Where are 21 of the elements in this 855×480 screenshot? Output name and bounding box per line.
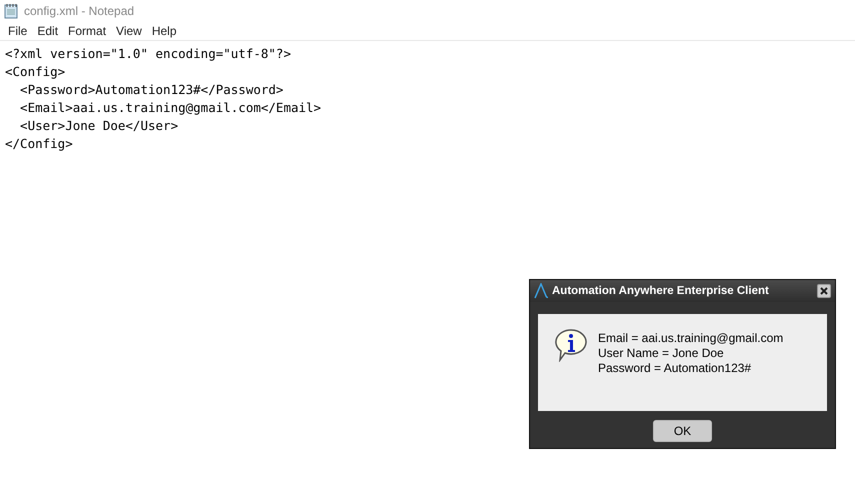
- menu-item[interactable]: View: [111, 24, 147, 38]
- menu-item[interactable]: File: [3, 24, 32, 38]
- window-title: config.xml - Notepad: [24, 4, 134, 18]
- code-line: <Config>: [5, 63, 66, 81]
- code-line: <User>Jone Doe</User>: [19, 117, 178, 135]
- message-text: Email = aai.us.training@gmail.com: [598, 331, 784, 346]
- code-line: <Password>Automation123#</Password>: [19, 81, 284, 99]
- notepad-icon: [4, 3, 18, 19]
- code-line: <Email>aai.us.training@gmail.com</Email>: [19, 99, 322, 117]
- menu-item[interactable]: Help: [146, 24, 182, 38]
- close-button[interactable]: [817, 284, 831, 298]
- menu-item[interactable]: Edit: [32, 24, 64, 38]
- menu-item[interactable]: Format: [63, 24, 112, 38]
- info-icon: [554, 328, 588, 362]
- logo-icon: [534, 283, 548, 299]
- message-text: User Name = Jone Doe: [598, 346, 725, 361]
- ok-button[interactable]: OK: [653, 420, 712, 442]
- code-line: <?xml version="1.0" encoding="utf-8"?>: [5, 45, 291, 63]
- message-text: Password = Automation123#: [598, 361, 752, 376]
- dialog-title: Automation Anywhere Enterprise Client: [552, 285, 770, 297]
- code-line: </Config>: [5, 135, 73, 153]
